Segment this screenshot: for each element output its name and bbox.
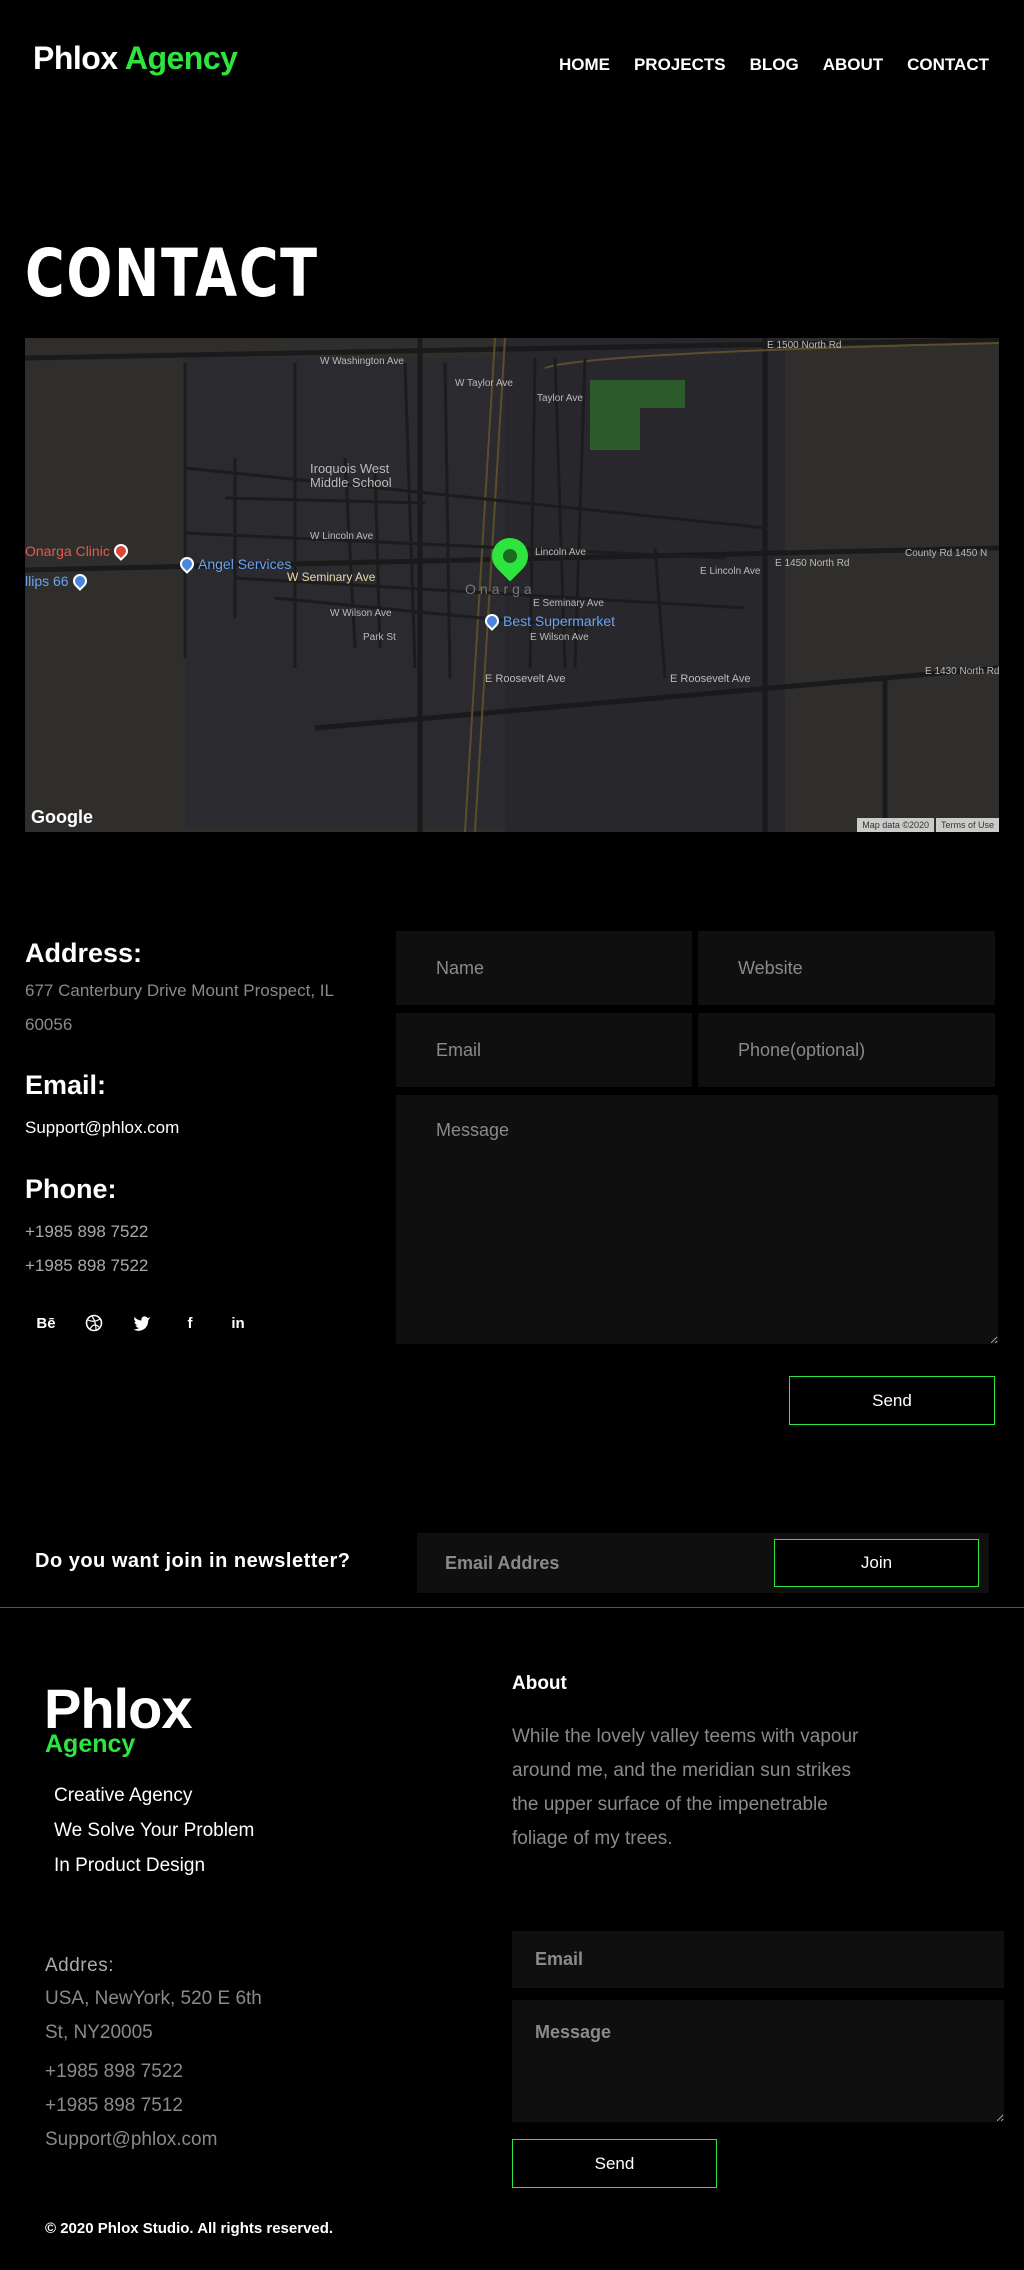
email-link[interactable]: Support@phlox.com	[25, 1111, 179, 1145]
phone-number[interactable]: +1985 898 7522	[25, 1249, 148, 1283]
brand-logo[interactable]: Phlox Agency	[33, 40, 238, 77]
nav-about[interactable]: ABOUT	[823, 55, 883, 75]
email-input[interactable]	[396, 1013, 692, 1087]
poi-school[interactable]: Iroquois West Middle School	[310, 462, 410, 490]
footer-tagline: In Product Design	[54, 1855, 206, 1876]
footer-address-line: USA, NewYork, 520 E 6th	[45, 1988, 262, 2009]
newsletter-question: Do you want join in newsletter?	[35, 1550, 351, 1572]
street-label: W Wilson Ave	[330, 608, 392, 619]
name-input[interactable]	[396, 931, 692, 1005]
join-button[interactable]: Join	[774, 1539, 979, 1587]
twitter-icon[interactable]	[131, 1312, 153, 1334]
map-data-label: Map data ©2020	[857, 818, 934, 832]
message-input[interactable]	[396, 1095, 998, 1344]
map[interactable]: W Washington Ave W Taylor Ave Taylor Ave…	[25, 338, 999, 832]
poi-phillips[interactable]: llips 66	[25, 571, 90, 591]
market-pin-icon	[482, 611, 502, 631]
fuel-pin-icon	[69, 571, 90, 591]
street-label: County Rd 1450 N	[905, 548, 988, 559]
address-heading: Address:	[25, 938, 143, 968]
poi-phillips-label: llips 66	[25, 573, 69, 589]
copyright: © 2020 Phlox Studio. All rights reserved…	[45, 2220, 334, 2237]
services-pin-icon	[177, 554, 197, 574]
street-label: W Lincoln Ave	[310, 531, 374, 542]
footer-address-heading: Addres:	[45, 1955, 114, 1976]
footer-phones: +1985 898 7522 +1985 898 7512 Support@ph…	[45, 2055, 217, 2157]
newsletter-form: Join	[417, 1533, 989, 1593]
street-label: E Seminary Ave	[533, 598, 604, 609]
clinic-pin-icon	[110, 541, 131, 561]
nav-blog[interactable]: BLOG	[750, 55, 799, 75]
phone-heading: Phone:	[25, 1174, 117, 1204]
street-label: E Roosevelt Ave	[670, 673, 751, 685]
street-label: Taylor Ave	[537, 393, 583, 404]
street-label: Lincoln Ave	[535, 547, 586, 558]
poi-services-label: Angel Services	[198, 556, 292, 572]
poi-market-label: Best Supermarket	[503, 613, 616, 629]
google-logo: Google	[31, 807, 93, 827]
street-label: Park St	[363, 632, 396, 643]
street-label: W Taylor Ave	[455, 378, 513, 389]
address-line: 60056	[25, 1015, 73, 1034]
street-label: W Seminary Ave	[287, 570, 376, 584]
town-label: Onarga	[465, 581, 536, 597]
brand-name-green: Agency	[124, 40, 238, 76]
nav-projects[interactable]: PROJECTS	[634, 55, 726, 75]
footer-address-line: St, NY20005	[45, 2022, 153, 2043]
terms-link[interactable]: Terms of Use	[935, 818, 999, 832]
about-heading: About	[512, 1673, 567, 1694]
footer-send-button[interactable]: Send	[512, 2139, 717, 2188]
street-label: E Wilson Ave	[530, 632, 589, 643]
address-text: 677 Canterbury Drive Mount Prospect, IL …	[25, 974, 334, 1042]
social-links: Bē f in	[35, 1312, 249, 1334]
email-heading: Email:	[25, 1070, 107, 1100]
footer-divider	[0, 1607, 1024, 1608]
phone-list: +1985 898 7522 +1985 898 7522	[25, 1215, 148, 1283]
footer-phone[interactable]: +1985 898 7512	[45, 2089, 217, 2123]
page-title: CONTACT	[25, 235, 319, 312]
main-nav: HOME PROJECTS BLOG ABOUT CONTACT	[559, 55, 989, 75]
footer-email-input[interactable]	[512, 1931, 1004, 1988]
street-label: E Roosevelt Ave	[485, 673, 566, 685]
footer-message-input[interactable]	[512, 2000, 1004, 2122]
phone-input[interactable]	[698, 1013, 995, 1087]
street-label: W Washington Ave	[320, 356, 404, 367]
dribbble-icon[interactable]	[83, 1312, 105, 1334]
nav-contact[interactable]: CONTACT	[907, 55, 989, 75]
map-credits: Map data ©2020 Terms of Use	[857, 818, 999, 832]
newsletter-email-input[interactable]	[417, 1533, 767, 1593]
address-line: 677 Canterbury Drive Mount Prospect, IL	[25, 981, 334, 1000]
poi-school-label: Iroquois West Middle School	[310, 461, 392, 490]
phone-number[interactable]: +1985 898 7522	[25, 1215, 148, 1249]
footer-tagline: We Solve Your Problem	[54, 1820, 255, 1841]
footer-address: USA, NewYork, 520 E 6th St, NY20005	[45, 1982, 262, 2050]
facebook-icon[interactable]: f	[179, 1312, 201, 1334]
footer-tagline: Creative Agency	[54, 1785, 193, 1806]
street-label: E 1430 North Rd	[925, 666, 999, 677]
poi-clinic-label: Onarga Clinic	[25, 543, 110, 559]
behance-icon[interactable]: Bē	[35, 1312, 57, 1334]
poi-services[interactable]: Angel Services	[177, 554, 292, 574]
linkedin-icon[interactable]: in	[227, 1312, 249, 1334]
footer-email[interactable]: Support@phlox.com	[45, 2123, 217, 2157]
about-text: While the lovely valley teems with vapou…	[512, 1726, 859, 1849]
footer-phone[interactable]: +1985 898 7522	[45, 2055, 217, 2089]
footer-logo-bottom: Agency	[45, 1730, 136, 1758]
street-label: E Lincoln Ave	[700, 566, 761, 577]
nav-home[interactable]: HOME	[559, 55, 610, 75]
brand-name-white: Phlox	[33, 40, 118, 76]
poi-clinic[interactable]: Onarga Clinic	[25, 541, 131, 561]
poi-market[interactable]: Best Supermarket	[482, 611, 616, 631]
street-label: E 1450 North Rd	[775, 558, 850, 569]
send-button[interactable]: Send	[789, 1376, 995, 1425]
website-input[interactable]	[698, 931, 995, 1005]
street-label: E 1500 North Rd	[767, 340, 842, 351]
